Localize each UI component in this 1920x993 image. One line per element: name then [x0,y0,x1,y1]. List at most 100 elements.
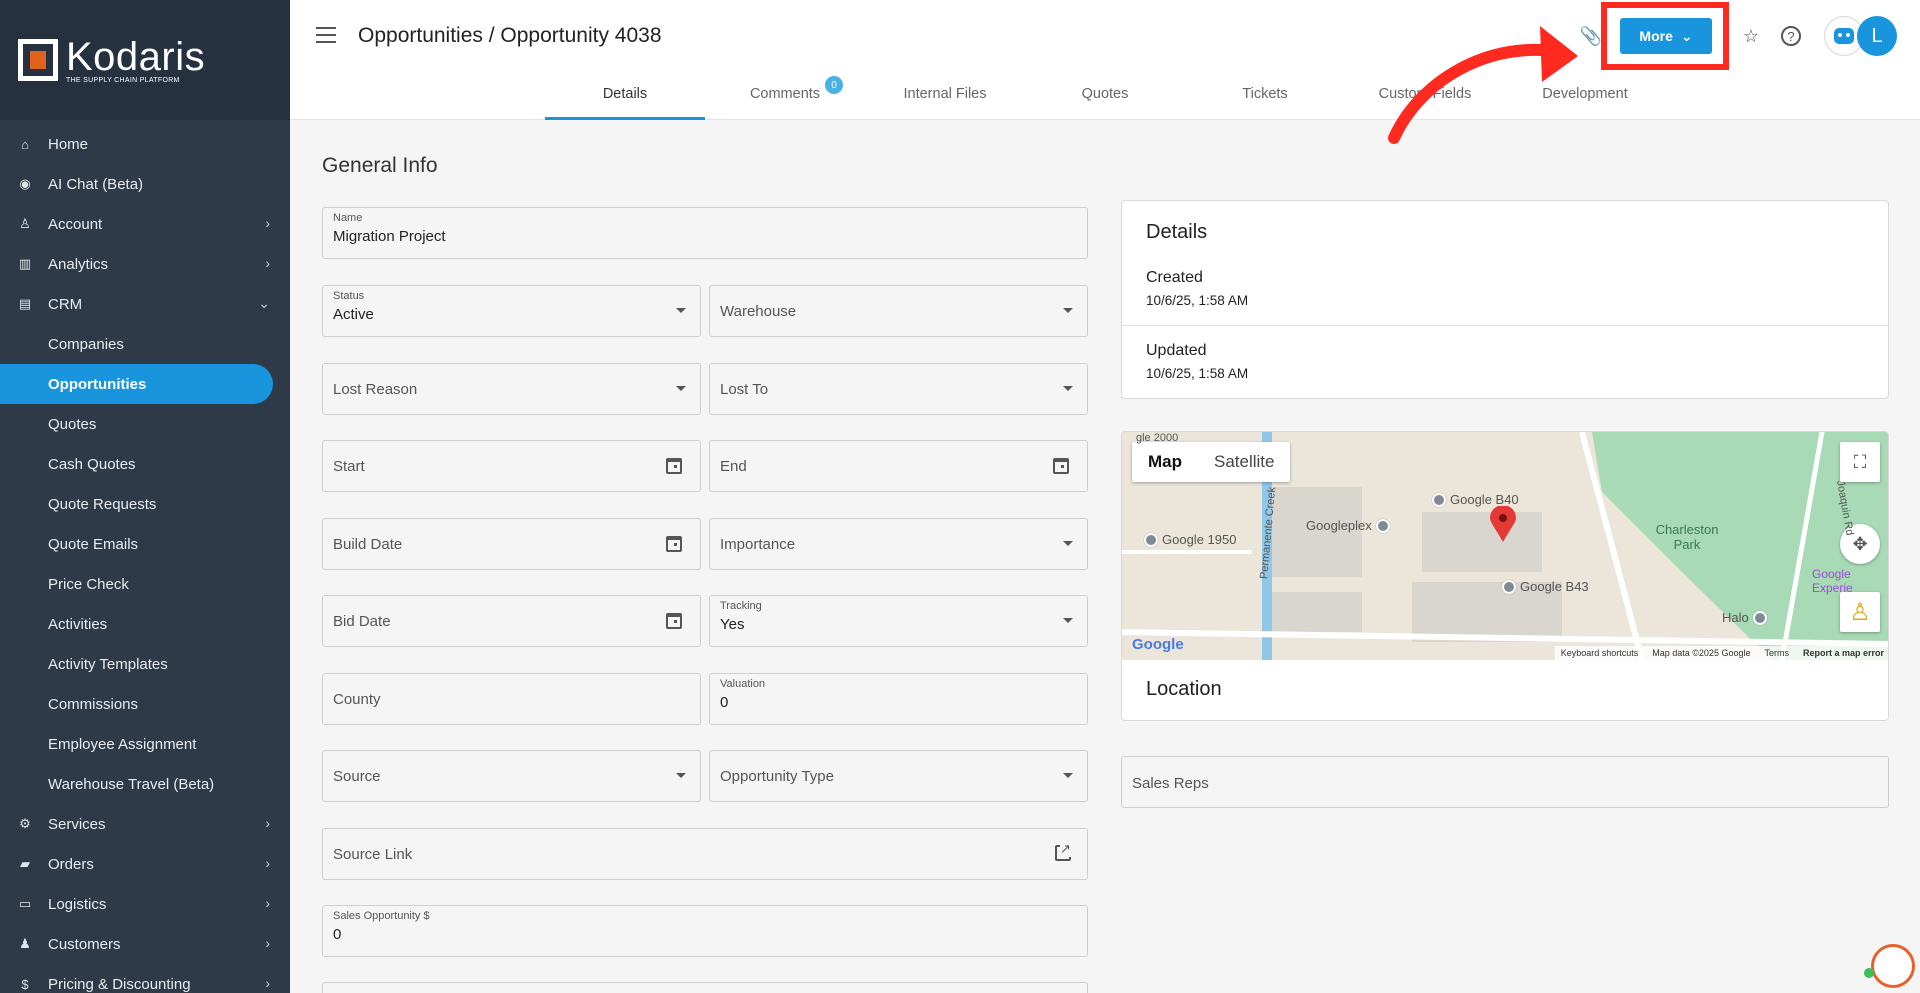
sidebar-item-price-check[interactable]: Price Check [0,564,290,604]
lost-to-select[interactable]: Lost To [709,363,1088,415]
terms-link[interactable]: Terms [1764,648,1789,658]
dollar-icon: $ [21,976,29,992]
star-icon[interactable]: ☆ [1740,25,1762,47]
robot-icon: ◉ [19,176,31,191]
header: Opportunities / Opportunity 4038 Details… [290,0,1920,120]
calendar-icon[interactable] [1053,458,1069,474]
build-date-field[interactable]: Build Date [322,518,701,570]
sidebar-item-quotes[interactable]: Quotes [0,404,290,444]
chevron-down-icon: ⌄ [258,295,270,311]
chevron-right-icon: › [265,895,270,911]
map-poi[interactable]: Google B43 [1502,579,1589,594]
help-icon[interactable]: ? [1781,26,1801,46]
gears-icon: ⚙ [19,816,31,831]
pegman-icon[interactable]: ♙ [1840,592,1880,632]
next-field-partial[interactable] [322,982,1088,993]
sidebar-item-customers[interactable]: ♟ Customers › [0,924,290,964]
updated-label: Updated [1146,342,1207,359]
sidebar-item-analytics[interactable]: ▥ Analytics › [0,244,290,284]
report-map-error-link[interactable]: Report a map error [1803,648,1884,658]
sidebar-item-commissions[interactable]: Commissions [0,684,290,724]
dropdown-caret-icon [676,773,686,778]
dropdown-caret-icon [1063,618,1073,623]
keyboard-shortcuts-link[interactable]: Keyboard shortcuts [1561,648,1639,658]
calendar-icon[interactable] [666,536,682,552]
sales-reps-field[interactable]: Sales Reps [1121,756,1889,808]
map-poi[interactable]: Charleston Park [1652,522,1722,552]
paperclip-icon[interactable]: 📎 [1580,25,1602,47]
warehouse-select[interactable]: Warehouse [709,285,1088,337]
chat-support-icon[interactable] [1871,944,1915,988]
sidebar-item-pricing[interactable]: $ Pricing & Discounting › [0,964,290,993]
sidebar-item-employee-assignment[interactable]: Employee Assignment [0,724,290,764]
map-poi[interactable]: Google 1950 [1144,532,1236,547]
importance-select[interactable]: Importance [709,518,1088,570]
sidebar-item-home[interactable]: ⌂ Home [0,124,290,164]
bid-date-field[interactable]: Bid Date [322,595,701,647]
tab-details[interactable]: Details [545,72,705,120]
status-select[interactable]: Status Active [322,285,701,337]
group-icon: ♟ [19,936,31,951]
sidebar-item-ai-chat[interactable]: ◉ AI Chat (Beta) [0,164,290,204]
lost-reason-select[interactable]: Lost Reason [322,363,701,415]
contacts-icon: ▤ [18,296,32,311]
map-tab-map[interactable]: Map [1132,442,1198,482]
sidebar: Kodaris THE SUPPLY CHAIN PLATFORM ⌂ Home … [0,0,290,993]
logo[interactable]: Kodaris THE SUPPLY CHAIN PLATFORM [0,0,290,120]
source-select[interactable]: Source [322,750,701,802]
dropdown-caret-icon [1063,541,1073,546]
source-link-field[interactable]: Source Link [322,828,1088,880]
person-icon: ♙ [19,216,31,231]
google-logo: Google [1132,636,1184,653]
sidebar-item-companies[interactable]: Companies [0,324,290,364]
tab-internal-files[interactable]: Internal Files [865,72,1025,120]
map-poi[interactable]: Googleplex [1306,518,1390,533]
map-type-toggle: Map Satellite [1132,442,1291,482]
open-external-icon[interactable] [1055,841,1071,861]
map-view[interactable]: Map Satellite ⛶ ✥ ♙ Google B40 Google 19… [1122,432,1888,660]
opportunity-type-select[interactable]: Opportunity Type [709,750,1088,802]
sidebar-item-logistics[interactable]: ▭ Logistics › [0,884,290,924]
sidebar-item-quote-emails[interactable]: Quote Emails [0,524,290,564]
map-poi[interactable]: Halo [1722,610,1767,625]
tab-quotes[interactable]: Quotes [1025,72,1185,120]
sidebar-item-opportunities[interactable]: Opportunities [0,364,273,404]
home-icon: ⌂ [21,136,29,152]
calendar-icon[interactable] [666,458,682,474]
logo-name: Kodaris [66,34,206,79]
sidebar-item-warehouse-travel[interactable]: Warehouse Travel (Beta) [0,764,290,804]
map-label: gle 2000 [1136,432,1179,444]
tab-comments[interactable]: Comments 0 [705,72,865,120]
map-tab-satellite[interactable]: Satellite [1198,442,1290,482]
fullscreen-icon[interactable]: ⛶ [1840,442,1880,482]
updated-value: 10/6/25, 1:58 AM [1146,366,1249,381]
dropdown-caret-icon [1063,308,1073,313]
annotation-highlight-box [1601,2,1729,70]
map-poi[interactable]: Google B40 [1432,492,1519,507]
sidebar-item-activity-templates[interactable]: Activity Templates [0,644,290,684]
sales-opportunity-field[interactable]: Sales Opportunity $ 0 [322,905,1088,957]
avatar[interactable]: L [1857,16,1897,56]
sidebar-item-quote-requests[interactable]: Quote Requests [0,484,290,524]
sidebar-item-crm[interactable]: ▤ CRM ⌄ [0,284,290,324]
hamburger-menu-icon[interactable] [316,27,336,43]
map-footer: Keyboard shortcuts Map data ©2025 Google… [1554,646,1888,660]
dropdown-caret-icon [676,308,686,313]
valuation-field[interactable]: Valuation 0 [709,673,1088,725]
page-title: Opportunities / Opportunity 4038 [358,24,662,47]
tab-tickets[interactable]: Tickets [1185,72,1345,120]
sidebar-item-cash-quotes[interactable]: Cash Quotes [0,444,290,484]
sidebar-item-orders[interactable]: ▰ Orders › [0,844,290,884]
tracking-select[interactable]: Tracking Yes [709,595,1088,647]
name-field[interactable]: Name Migration Project [322,207,1088,259]
end-date-field[interactable]: End [709,440,1088,492]
county-field[interactable]: County [322,673,701,725]
sidebar-item-activities[interactable]: Activities [0,604,290,644]
start-date-field[interactable]: Start [322,440,701,492]
sidebar-item-services[interactable]: ⚙ Services › [0,804,290,844]
map-poi[interactable]: Google Experie [1812,567,1872,595]
sidebar-item-account[interactable]: ♙ Account › [0,204,290,244]
location-marker-icon[interactable] [1490,506,1516,542]
calendar-icon[interactable] [666,613,682,629]
details-title: Details [1146,221,1208,243]
